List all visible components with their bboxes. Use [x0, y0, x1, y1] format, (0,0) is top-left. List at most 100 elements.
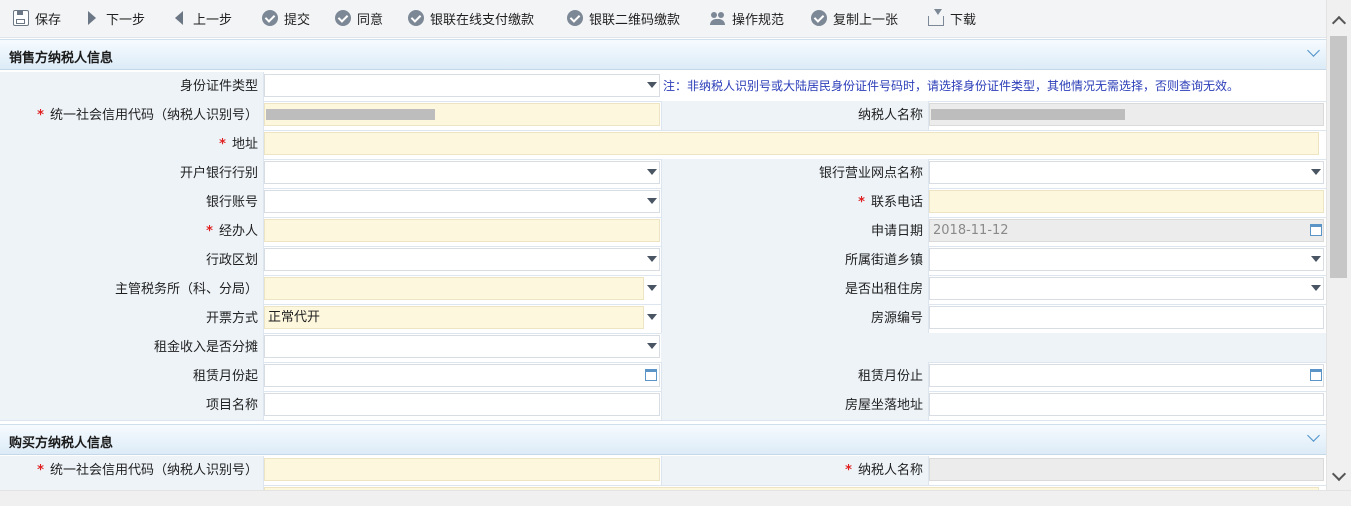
id-type-label: 身份证件类型	[0, 72, 264, 101]
bank-select[interactable]	[264, 161, 660, 184]
required-mark: *	[858, 195, 865, 210]
lease-end-input[interactable]	[929, 364, 1324, 387]
street-label: 所属街道乡镇	[661, 246, 929, 275]
buyer-credit-code-label: * 统一社会信用代码（纳税人识别号）	[0, 456, 264, 485]
scroll-down-icon[interactable]	[1331, 466, 1347, 482]
lease-start-input[interactable]	[264, 364, 660, 387]
row-tax-office: 主管税务所（科、分局） 是否出租住房	[0, 275, 1326, 305]
credit-code-label: * 统一社会信用代码（纳税人识别号）	[0, 101, 264, 130]
scroll-thumb[interactable]	[1330, 36, 1347, 278]
seller-section-header[interactable]: 销售方纳税人信息	[0, 39, 1326, 70]
buyer-taxpayer-name-label: * 纳税人名称	[661, 456, 929, 485]
redacted-value	[266, 109, 435, 120]
check-circle-icon	[335, 10, 351, 26]
next-step-button[interactable]: 下一步	[84, 6, 145, 30]
redacted-value	[931, 109, 1125, 120]
row-address: * 地址	[0, 130, 1326, 160]
district-select[interactable]	[264, 248, 660, 271]
vertical-scrollbar[interactable]	[1326, 0, 1351, 490]
agree-button[interactable]: 同意	[335, 6, 383, 30]
account-select[interactable]	[264, 190, 660, 213]
house-no-label: 房源编号	[661, 304, 929, 333]
row-handler: * 经办人 申请日期 2018-11-12	[0, 217, 1326, 247]
house-no-input[interactable]	[929, 306, 1324, 329]
download-button[interactable]: 下载	[928, 6, 976, 30]
row-account: 银行账号 * 联系电话	[0, 188, 1326, 218]
dropdown-arrow-icon[interactable]	[647, 256, 657, 262]
invoice-mode-label: 开票方式	[0, 304, 264, 333]
calendar-icon[interactable]	[1310, 224, 1322, 236]
bank-branch-label: 银行营业网点名称	[661, 159, 929, 188]
dropdown-arrow-icon[interactable]	[647, 169, 657, 175]
dropdown-arrow-icon[interactable]	[647, 285, 657, 291]
dropdown-arrow-icon[interactable]	[647, 314, 657, 320]
project-input[interactable]	[264, 393, 660, 416]
dropdown-arrow-icon[interactable]	[1311, 169, 1321, 175]
dropdown-arrow-icon[interactable]	[647, 343, 657, 349]
rent-split-select[interactable]	[264, 335, 660, 358]
horizontal-scrollbar[interactable]	[0, 490, 1351, 506]
handler-label: * 经办人	[0, 217, 264, 246]
required-mark: *	[845, 463, 852, 478]
apply-date-label: 申请日期	[661, 217, 929, 246]
invoice-mode-select[interactable]: 正常代开	[264, 306, 644, 329]
check-circle-icon	[408, 10, 424, 26]
prev-step-button[interactable]: 上一步	[171, 6, 232, 30]
row-lease: 租赁月份起 租赁月份止	[0, 362, 1326, 392]
users-icon	[710, 10, 726, 26]
check-circle-icon	[811, 10, 827, 26]
save-icon	[13, 10, 29, 26]
calendar-icon[interactable]	[645, 369, 657, 381]
phone-input[interactable]	[929, 190, 1324, 213]
chevron-down-icon[interactable]	[1307, 429, 1320, 442]
play-left-icon	[175, 11, 183, 25]
empty-cell	[661, 333, 1326, 362]
play-right-icon	[88, 11, 96, 25]
dropdown-arrow-icon[interactable]	[1311, 285, 1321, 291]
house-address-input[interactable]	[929, 393, 1324, 416]
tax-office-label: 主管税务所（科、分局）	[0, 275, 264, 304]
row-bank: 开户银行行别 银行营业网点名称	[0, 159, 1326, 189]
apply-date-input: 2018-11-12	[929, 219, 1324, 242]
phone-label: * 联系电话	[661, 188, 929, 217]
section-title: 购买方纳税人信息	[9, 436, 114, 451]
rent-house-label: 是否出租住房	[661, 275, 929, 304]
download-icon	[928, 9, 944, 26]
unionpay-qr-button[interactable]: 银联二维码缴款	[567, 6, 680, 30]
submit-button[interactable]: 提交	[262, 6, 310, 30]
unionpay-online-button[interactable]: 银联在线支付缴款	[408, 6, 534, 30]
check-circle-icon	[567, 10, 583, 26]
bank-branch-select[interactable]	[929, 161, 1324, 184]
house-address-label: 房屋坐落地址	[661, 391, 929, 420]
row-rent-split: 租金收入是否分摊	[0, 333, 1326, 363]
address-input[interactable]	[264, 132, 1319, 155]
handler-input[interactable]	[264, 219, 660, 242]
address-label: * 地址	[0, 130, 264, 159]
buyer-section-header[interactable]: 购买方纳税人信息	[0, 424, 1326, 455]
toolbar: 保存 下一步 上一步 提交 同意 银联在线支付缴款 银联二维码缴款 操作规范 复…	[0, 0, 1326, 38]
row-buyer-credit-code: * 统一社会信用代码（纳税人识别号） * 纳税人名称	[0, 456, 1326, 486]
dropdown-arrow-icon[interactable]	[647, 198, 657, 204]
scroll-up-icon[interactable]	[1331, 15, 1347, 31]
buyer-taxpayer-name-input	[929, 458, 1324, 481]
lease-end-label: 租赁月份止	[661, 362, 929, 391]
bank-label: 开户银行行别	[0, 159, 264, 188]
copy-prev-button[interactable]: 复制上一张	[811, 6, 898, 30]
required-mark: *	[206, 224, 213, 239]
dropdown-arrow-icon[interactable]	[1311, 256, 1321, 262]
id-type-select[interactable]	[264, 74, 660, 97]
row-credit-code: * 统一社会信用代码（纳税人识别号） 纳税人名称	[0, 101, 1326, 131]
save-button[interactable]: 保存	[13, 6, 61, 30]
rent-house-select[interactable]	[929, 277, 1324, 300]
tax-office-select[interactable]	[264, 277, 644, 300]
calendar-icon[interactable]	[1310, 369, 1322, 381]
district-label: 行政区划	[0, 246, 264, 275]
row-id-type: 身份证件类型 注：非纳税人识别号或大陆居民身份证件号码时，请选择身份证件类型，其…	[0, 72, 1326, 102]
buyer-credit-code-input[interactable]	[264, 458, 660, 481]
required-mark: *	[37, 463, 44, 478]
chevron-down-icon[interactable]	[1307, 44, 1320, 57]
spec-button[interactable]: 操作规范	[710, 6, 784, 30]
project-label: 项目名称	[0, 391, 264, 420]
street-select[interactable]	[929, 248, 1324, 271]
dropdown-arrow-icon[interactable]	[647, 82, 657, 88]
